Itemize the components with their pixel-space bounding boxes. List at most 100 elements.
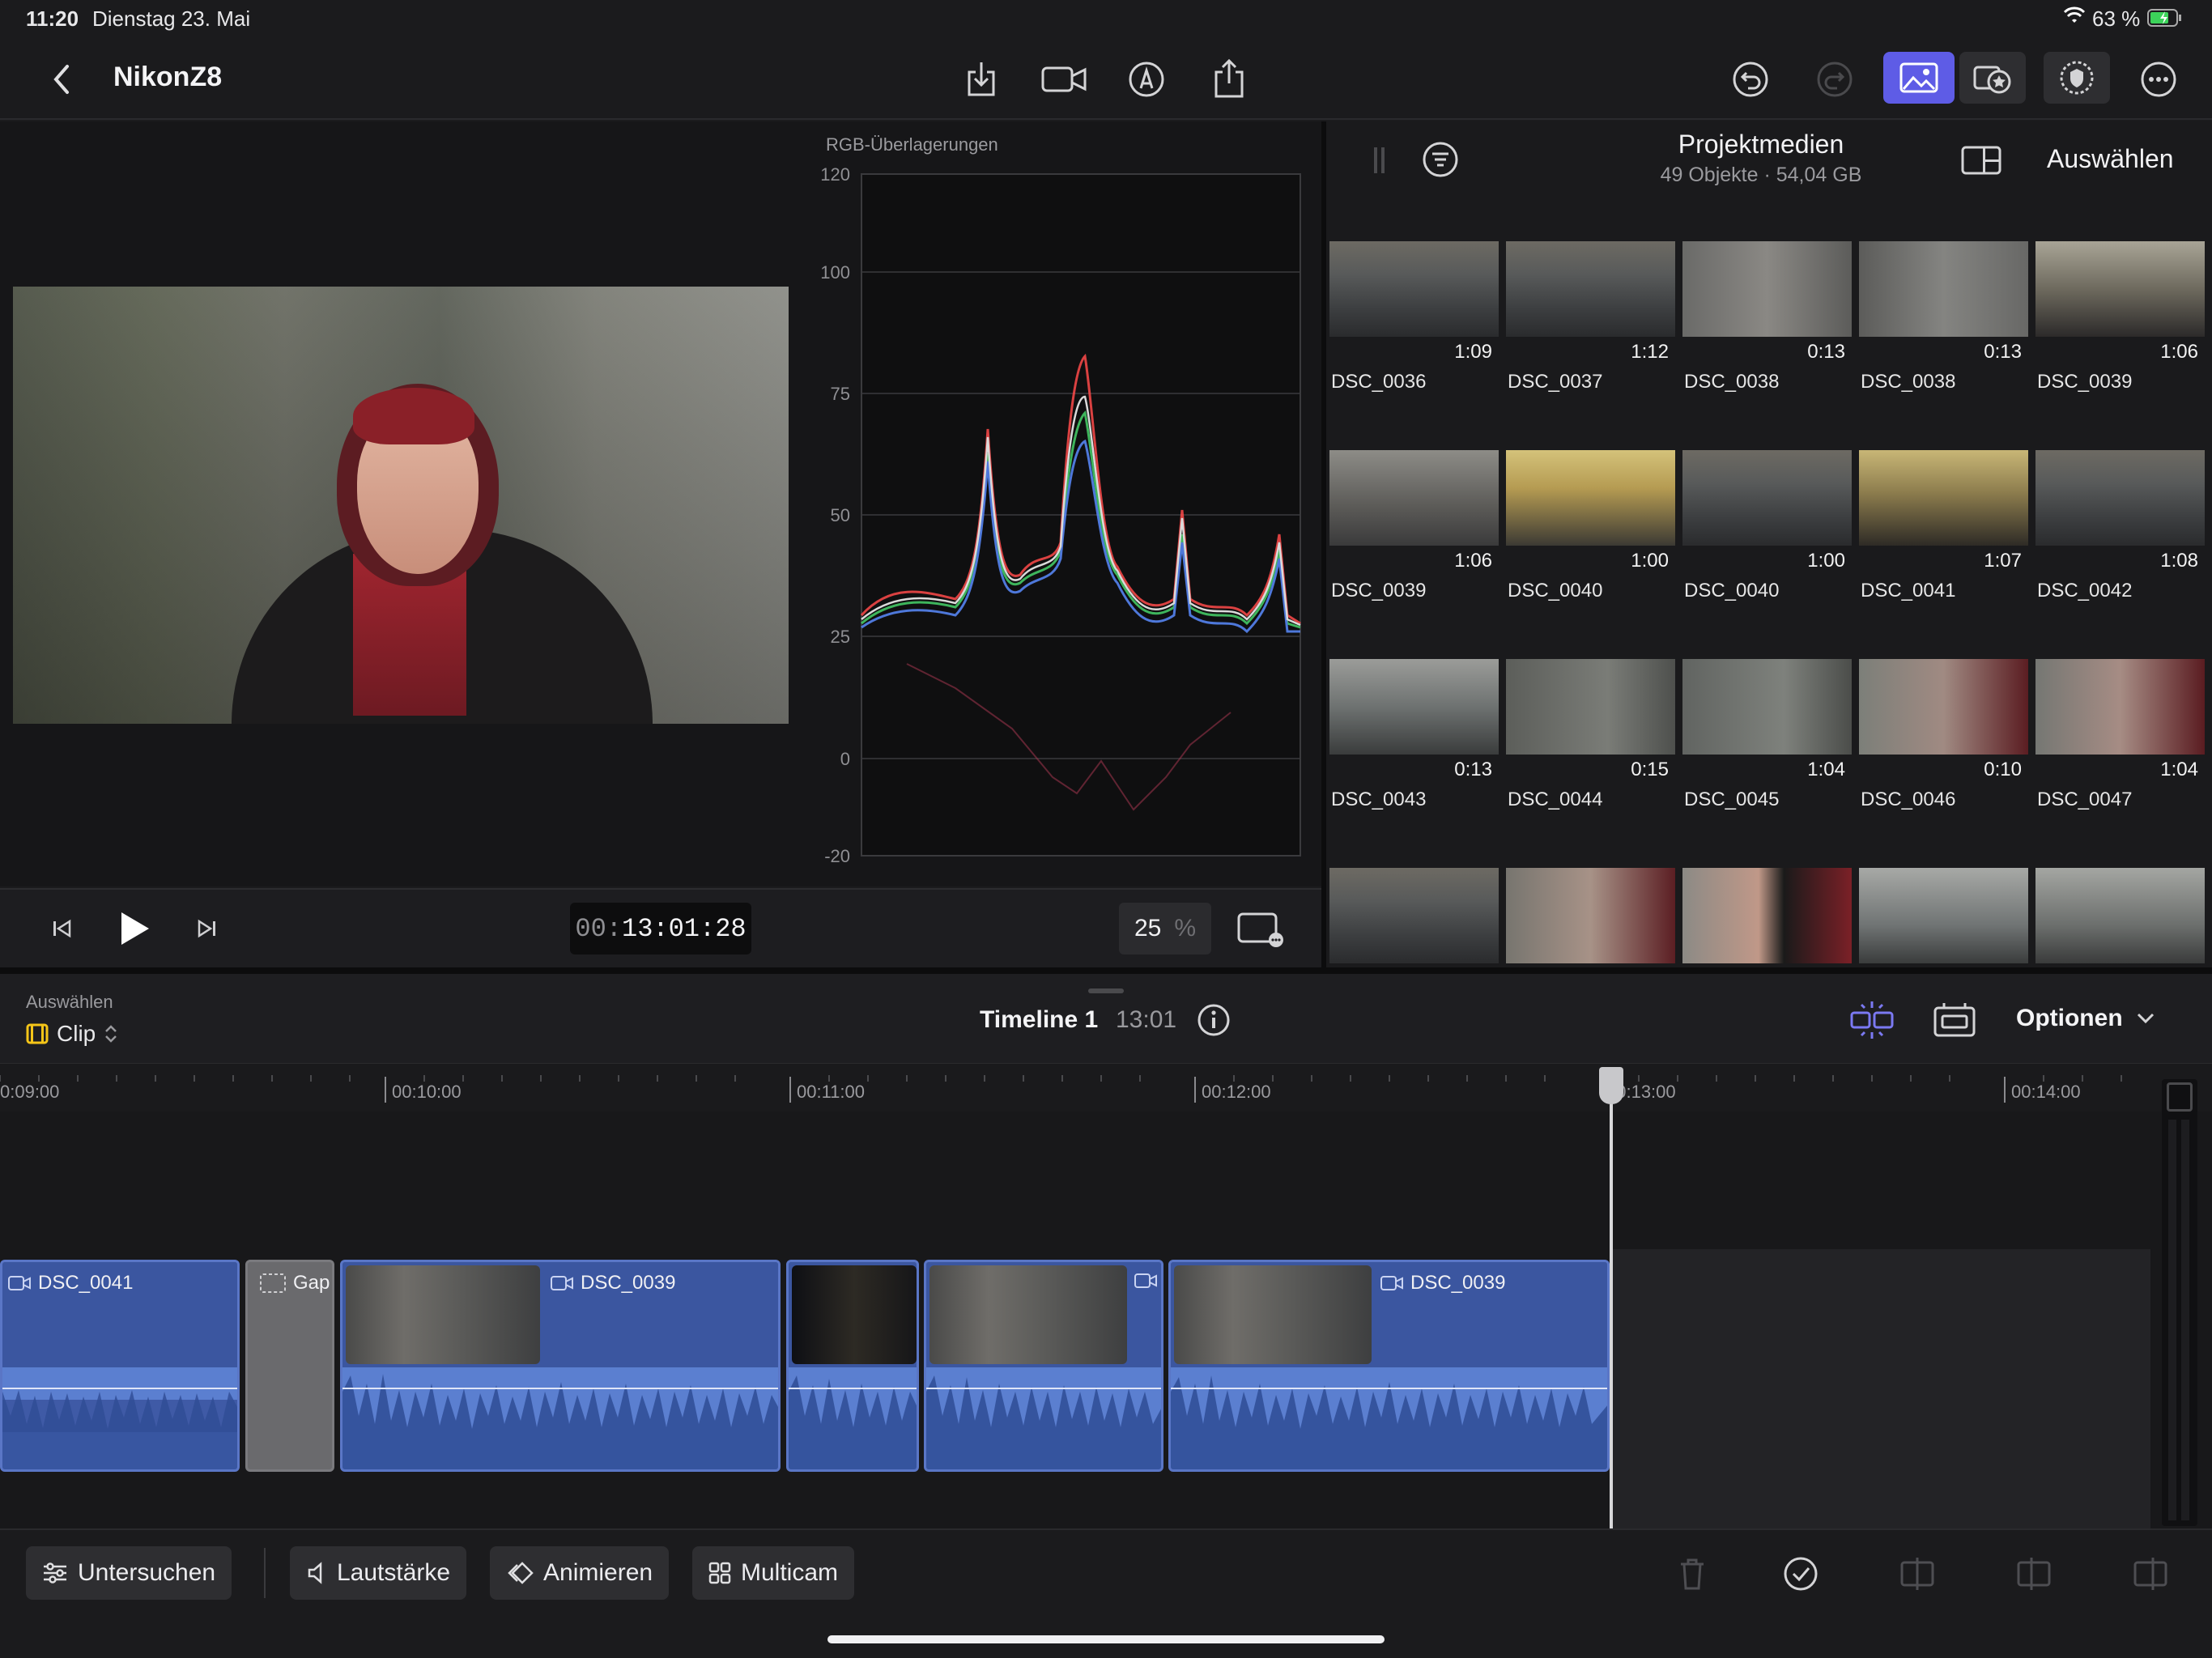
media-item[interactable]: 1:00 DSC_0040 <box>1682 450 1852 602</box>
timeline-gap-clip[interactable]: Gap <box>245 1260 334 1472</box>
media-item[interactable]: 1:04 DSC_0045 <box>1682 659 1852 810</box>
animate-button[interactable]: Animieren <box>490 1546 670 1600</box>
clip-thumbnail <box>1859 450 2028 546</box>
checkmark-circle-icon[interactable] <box>1780 1553 1822 1595</box>
viewer-options-icon[interactable] <box>1234 908 1287 950</box>
sliders-icon <box>44 1562 66 1584</box>
split-clip-icon[interactable] <box>1895 1553 1940 1595</box>
timeline-ruler[interactable]: 0:09:00 00:10:00 00:11:00 00:12:00 00:13… <box>0 1063 2212 1112</box>
media-item[interactable] <box>2035 868 2205 963</box>
clip-thumbnail <box>1506 868 1675 963</box>
media-item[interactable]: 1:00 DSC_0040 <box>1506 450 1675 602</box>
audio-meter-icon <box>2167 1082 2193 1112</box>
snapping-icon[interactable] <box>1848 998 1896 1042</box>
clip-name: DSC_0046 <box>1861 789 1956 810</box>
clip-thumbnail <box>1682 450 1852 546</box>
timeline-divider[interactable] <box>0 967 2212 974</box>
selection-mode-picker[interactable]: Clip <box>26 1021 118 1047</box>
timeline-clip[interactable] <box>924 1260 1163 1472</box>
timeline-duration: 13:01 <box>1116 1006 1177 1033</box>
trim-start-icon[interactable] <box>2011 1553 2057 1595</box>
clip-appearance-icon[interactable] <box>1930 998 1979 1042</box>
media-item[interactable]: 1:06 DSC_0039 <box>1329 450 1499 602</box>
media-item[interactable]: 1:08 DSC_0042 <box>2035 450 2205 602</box>
multicam-button[interactable]: Multicam <box>692 1546 855 1600</box>
media-item[interactable]: 0:13 DSC_0043 <box>1329 659 1499 810</box>
timeline-clip[interactable]: DSC_0039 <box>1168 1260 1610 1472</box>
video-preview[interactable] <box>13 287 789 724</box>
volume-button[interactable]: Lautstärke <box>290 1546 467 1600</box>
clip-filmstrip-frame <box>792 1265 917 1364</box>
undo-icon[interactable] <box>1728 57 1773 102</box>
selection-mode-value: Clip <box>57 1021 96 1046</box>
ruler-label: 00:14:00 <box>2011 1082 2081 1102</box>
clip-name: DSC_0039 <box>581 1272 676 1294</box>
media-item[interactable] <box>1682 868 1852 963</box>
clip-duration: 1:06 <box>1454 550 1492 572</box>
timecode-display[interactable]: 00: 13:01:28 <box>570 903 751 954</box>
media-item[interactable]: 1:12 DSC_0037 <box>1506 241 1675 393</box>
video-clip-icon <box>8 1276 31 1290</box>
timeline-clip[interactable]: DSC_0041 <box>0 1260 240 1472</box>
back-chevron-icon[interactable] <box>40 57 81 102</box>
pen-markup-icon[interactable] <box>1124 57 1169 102</box>
clip-thumbnail <box>1329 868 1499 963</box>
clip-name: DSC_0044 <box>1508 789 1603 810</box>
home-indicator[interactable] <box>827 1635 1385 1643</box>
resize-grabber[interactable] <box>1088 988 1124 993</box>
media-grid: 1:09 DSC_0036 1:12 DSC_0037 0:13 DSC_0038 0… <box>1326 241 2212 967</box>
options-dropdown[interactable]: Optionen <box>2016 1005 2155 1032</box>
more-options-icon[interactable] <box>2136 57 2181 102</box>
media-item[interactable] <box>1859 868 2028 963</box>
timeline-title: Timeline 1 <box>980 1006 1099 1033</box>
layout-icon[interactable] <box>1959 141 2003 180</box>
zoom-control[interactable]: 25% <box>1119 903 1211 954</box>
clip-thumbnail <box>1329 450 1499 546</box>
clip-filmstrip-frame <box>929 1265 1127 1364</box>
media-item[interactable]: 0:13 DSC_0038 <box>1859 241 2028 393</box>
clip-duration: 0:15 <box>1631 759 1669 780</box>
clip-thumbnail <box>1506 659 1675 755</box>
timeline-clip[interactable] <box>786 1260 919 1472</box>
redo-icon[interactable] <box>1812 57 1857 102</box>
inspect-button[interactable]: Untersuchen <box>26 1546 232 1600</box>
timeline-empty-region <box>1611 1249 2150 1528</box>
speaker-icon <box>308 1562 322 1584</box>
media-item[interactable]: 0:15 DSC_0044 <box>1506 659 1675 810</box>
info-icon[interactable] <box>1195 1001 1232 1039</box>
media-item[interactable]: 0:13 DSC_0038 <box>1682 241 1852 393</box>
clip-duration: 1:00 <box>1807 550 1845 572</box>
effects-browser-button[interactable] <box>1959 52 2026 104</box>
share-icon[interactable] <box>1206 55 1252 104</box>
media-item[interactable] <box>1506 868 1675 963</box>
camera-icon[interactable] <box>1040 57 1088 102</box>
bangs <box>353 388 474 444</box>
clip-name: DSC_0039 <box>2037 371 2133 393</box>
media-item[interactable]: 1:07 DSC_0041 <box>1859 450 2028 602</box>
play-icon[interactable] <box>113 908 155 950</box>
battery-percent: 63 % <box>2092 6 2141 31</box>
star-effects-icon <box>1973 66 2011 94</box>
media-item[interactable]: 1:09 DSC_0036 <box>1329 241 1499 393</box>
import-icon[interactable] <box>960 57 1002 102</box>
media-item[interactable]: 0:10 DSC_0046 <box>1859 659 2028 810</box>
battery-icon <box>2147 8 2183 33</box>
skip-back-icon[interactable] <box>45 912 78 945</box>
media-item[interactable]: 1:04 DSC_0047 <box>2035 659 2205 810</box>
browser-select-button[interactable]: Auswählen <box>2047 144 2174 174</box>
trash-icon[interactable] <box>1671 1553 1713 1595</box>
audio-meters[interactable] <box>2162 1079 2197 1526</box>
trim-end-icon[interactable] <box>2128 1553 2173 1595</box>
media-item[interactable]: 1:06 DSC_0039 <box>2035 241 2205 393</box>
clip-name: DSC_0041 <box>38 1272 134 1294</box>
skip-forward-icon[interactable] <box>191 912 223 945</box>
media-item[interactable] <box>1329 868 1499 963</box>
playhead-handle[interactable] <box>1599 1067 1623 1104</box>
timeline-clip[interactable]: DSC_0039 <box>340 1260 781 1472</box>
clip-duration: 0:10 <box>1984 759 2022 780</box>
clip-thumbnail <box>1329 659 1499 755</box>
clip-name: DSC_0047 <box>2037 789 2133 810</box>
playhead[interactable] <box>1610 1067 1613 1528</box>
media-browser-button[interactable] <box>1883 52 1955 104</box>
voiceover-button[interactable] <box>2044 52 2110 104</box>
